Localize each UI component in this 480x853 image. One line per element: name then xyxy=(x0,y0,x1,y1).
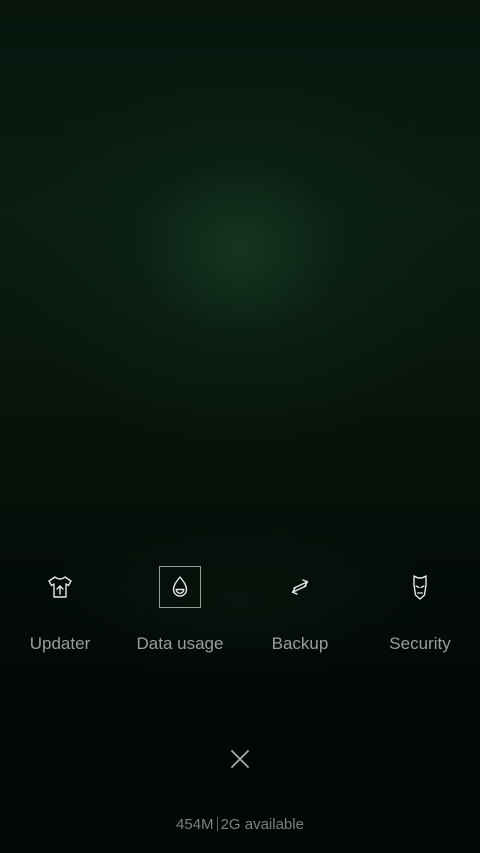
close-button[interactable] xyxy=(225,744,255,774)
tshirt-upload-icon xyxy=(48,576,72,598)
storage-status: 454M 2G available xyxy=(0,816,480,833)
iron-mask-icon xyxy=(413,575,427,600)
updater-label: Updater xyxy=(29,634,91,653)
drop-icon xyxy=(172,576,188,597)
background xyxy=(0,0,480,853)
updater-tile[interactable]: Updater xyxy=(0,558,120,668)
backup-tile[interactable]: Backup xyxy=(240,558,360,668)
data-usage-tile[interactable]: Data usage xyxy=(120,558,240,668)
security-label: Security xyxy=(389,634,451,653)
shortcut-grid: Updater Data usage Backup Security xyxy=(0,558,480,668)
data-usage-icon-box xyxy=(159,566,201,608)
updater-icon-box xyxy=(39,566,81,608)
security-tile[interactable]: Security xyxy=(360,558,480,668)
data-usage-label: Data usage xyxy=(136,634,224,653)
storage-used: 454M xyxy=(176,816,214,833)
backup-icon-box xyxy=(279,566,321,608)
close-icon xyxy=(231,750,249,768)
storage-separator xyxy=(216,817,218,831)
storage-available: 2G available xyxy=(220,816,304,833)
backup-label: Backup xyxy=(271,634,329,653)
security-icon-box xyxy=(399,566,441,608)
swap-arrows-icon xyxy=(291,579,309,595)
